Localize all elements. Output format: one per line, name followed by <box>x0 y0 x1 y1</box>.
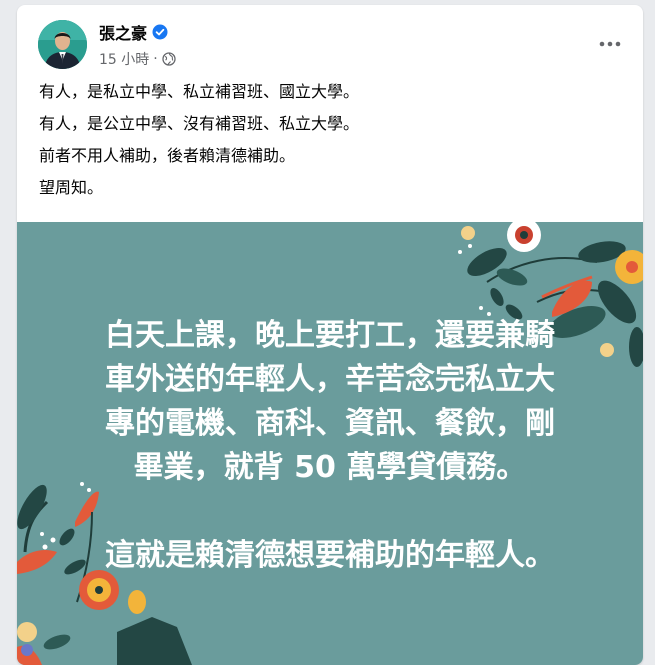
post-line-3: 前者不用人補助，後者賴清德補助。 <box>39 146 296 165</box>
author-avatar[interactable] <box>38 20 87 69</box>
post-line-1: 有人，是私立中學、私立補習班、國立大學。 <box>39 82 360 101</box>
more-options-button[interactable] <box>595 29 625 59</box>
globe-icon[interactable] <box>162 52 176 66</box>
image-line-3: 專的電機、商科、資訊、餐飲，剛 <box>105 406 555 441</box>
post-image[interactable]: 白天上課，晚上要打工，還要兼騎 車外送的年輕人，辛苦念完私立大 專的電機、商科、… <box>17 222 643 665</box>
image-closing-line: 這就是賴清德想要補助的年輕人。 <box>105 538 555 573</box>
author-name[interactable]: 張之豪 <box>99 20 147 44</box>
post-card: 張之豪 15 小時 · 有人，是私立中學、私立補習班、國立大學。 有人，是公立中… <box>17 5 643 665</box>
post-timestamp[interactable]: 15 小時 <box>99 49 149 69</box>
post-body: 有人，是私立中學、私立補習班、國立大學。 有人，是公立中學、沒有補習班、私立大學… <box>39 81 629 209</box>
meta-separator: · <box>153 51 158 67</box>
headline-spacer <box>17 490 643 534</box>
post-line-4: 望周知。 <box>39 178 104 197</box>
image-headline: 白天上課，晚上要打工，還要兼騎 車外送的年輕人，辛苦念完私立大 專的電機、商科、… <box>17 314 643 578</box>
image-line-4: 畢業，就背 50 萬學貸債務。 <box>133 450 527 485</box>
image-line-2: 車外送的年輕人，辛苦念完私立大 <box>105 362 555 397</box>
post-line-2: 有人，是公立中學、沒有補習班、私立大學。 <box>39 114 360 133</box>
verified-badge-icon <box>152 24 168 40</box>
image-line-1: 白天上課，晚上要打工，還要兼騎 <box>105 318 555 353</box>
more-dots-icon <box>599 41 621 47</box>
